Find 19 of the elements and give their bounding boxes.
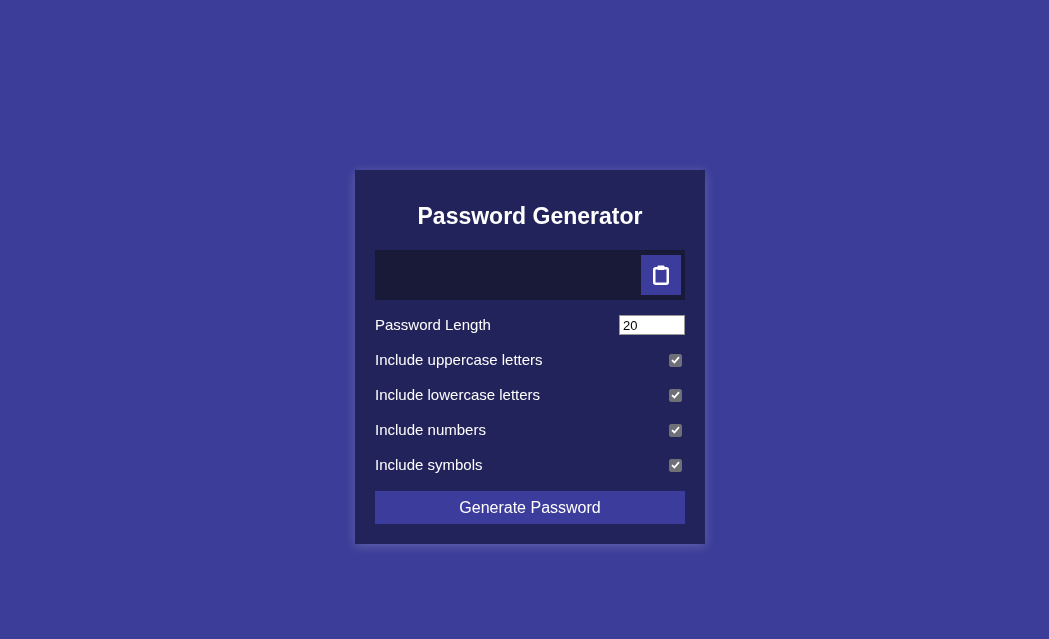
length-input[interactable]: 20: [619, 315, 685, 335]
card-title: Password Generator: [417, 202, 643, 231]
option-checkbox[interactable]: [669, 458, 682, 472]
password-result-field[interactable]: [375, 250, 685, 300]
option-label: Include numbers: [375, 420, 486, 440]
option-checkbox[interactable]: [669, 353, 682, 367]
check-icon: [671, 356, 680, 364]
option-checkbox[interactable]: [669, 388, 682, 402]
option-label: Include symbols: [375, 455, 483, 475]
clipboard-icon: [653, 265, 669, 285]
generate-button[interactable]: Generate Password: [375, 491, 685, 524]
length-label: Password Length: [375, 315, 491, 335]
option-label: Include lowercase letters: [375, 385, 541, 405]
copy-button[interactable]: [641, 255, 681, 295]
option-label: Include uppercase letters: [375, 350, 543, 370]
check-icon: [671, 391, 680, 399]
check-icon: [671, 426, 680, 434]
option-checkbox[interactable]: [669, 423, 682, 437]
check-icon: [671, 461, 680, 469]
